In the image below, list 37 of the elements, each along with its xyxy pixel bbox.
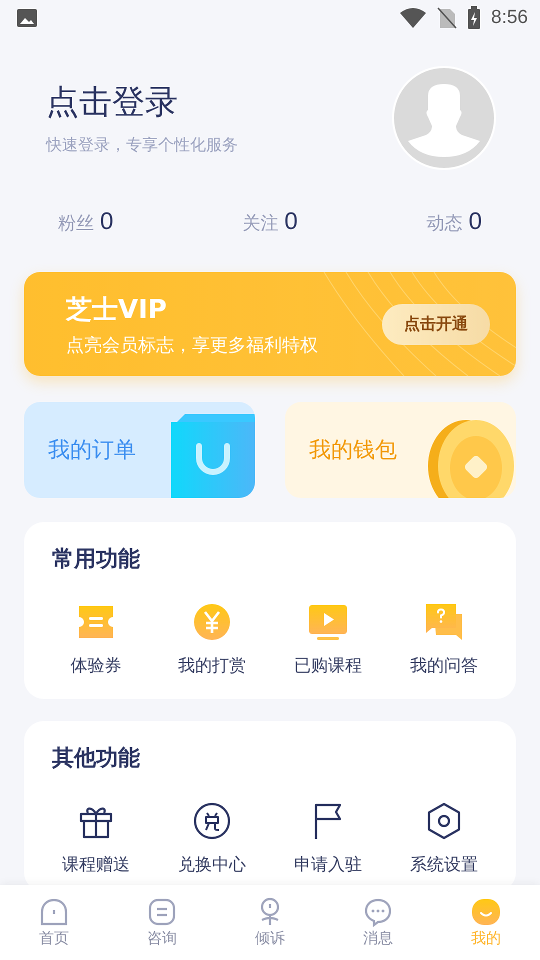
- wifi-icon: [399, 7, 428, 29]
- feature-label[interactable]: 申请入驻: [294, 853, 362, 876]
- section-title: 常用功能: [51, 546, 141, 574]
- question-chat-icon: [424, 602, 464, 642]
- stat-count: 0: [100, 208, 114, 236]
- smile-face-icon: [471, 897, 501, 927]
- login-title[interactable]: 点击登录: [46, 80, 238, 125]
- feature-label[interactable]: 体验券: [70, 654, 122, 677]
- feature-label[interactable]: 课程赠送: [62, 853, 130, 876]
- video-play-icon: [308, 602, 348, 642]
- activate-button[interactable]: 点击开通: [382, 304, 490, 344]
- vip-title: 芝士VIP: [66, 294, 168, 326]
- battery-charging-icon: [467, 6, 482, 30]
- feature-label[interactable]: 系统设置: [410, 853, 478, 876]
- vip-banner[interactable]: 芝士VIP 点亮会员标志，享更多福利特权 点击开通: [24, 272, 516, 376]
- vip-subtitle: 点亮会员标志，享更多福利特权: [66, 334, 318, 356]
- home-icon: [39, 897, 69, 927]
- feature-label[interactable]: 已购课程: [294, 654, 362, 677]
- stat-count: 0: [468, 208, 482, 236]
- card-label: 我的钱包: [309, 437, 397, 465]
- stat-label: 关注: [242, 212, 278, 235]
- feature-label[interactable]: 我的问答: [410, 654, 478, 677]
- section-title: 其他功能: [51, 745, 141, 773]
- yen-coin-icon: [192, 602, 232, 642]
- no-sim-icon: [437, 7, 458, 29]
- status-time: 8:56: [491, 7, 528, 29]
- image-icon: [16, 7, 38, 29]
- stat-label: 动态: [426, 212, 463, 235]
- card-label: 我的订单: [48, 437, 136, 465]
- stat-count: 0: [284, 208, 298, 236]
- avatar[interactable]: [392, 66, 496, 170]
- feature-label[interactable]: 我的打赏: [178, 654, 246, 677]
- stat-label: 粉丝: [58, 212, 94, 235]
- feature-label[interactable]: 兑换中心: [178, 853, 246, 876]
- consult-icon: [147, 897, 177, 927]
- login-subtitle: 快速登录，专享个性化服务: [46, 135, 238, 156]
- chat-bubble-icon: [363, 897, 393, 927]
